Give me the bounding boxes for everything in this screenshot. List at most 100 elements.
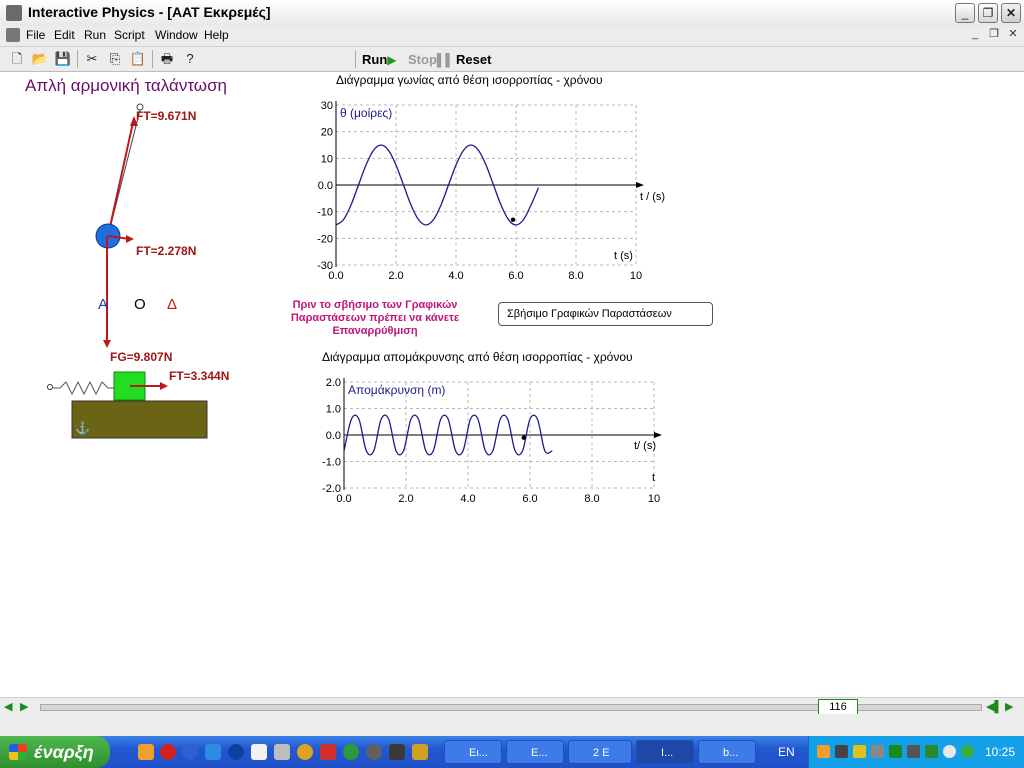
force-label-mid: FT=2.278N (136, 244, 197, 258)
x-tick-label: 4.0 (460, 493, 475, 505)
tray-icon[interactable] (817, 745, 830, 758)
mdi-close-button[interactable]: ✕ (1005, 27, 1021, 43)
windows-logo-icon (9, 744, 27, 760)
tray-icon[interactable] (961, 745, 974, 758)
tray-icon[interactable] (853, 745, 866, 758)
angle-chart-title: Διάγραμμα γωνίας από θέση ισορροπίας - χ… (336, 73, 603, 87)
tension-arrowhead-mid (126, 235, 134, 243)
internet-explorer-icon[interactable] (205, 744, 221, 760)
menu-window[interactable]: Window (155, 28, 198, 42)
doc-icon[interactable] (6, 28, 20, 42)
y-tick-label: 30 (321, 100, 333, 112)
tray-icon[interactable] (889, 745, 902, 758)
step-back-icon[interactable]: ◀▌ (986, 700, 1002, 713)
mdi-restore-button[interactable]: ❐ (986, 27, 1002, 43)
help-center-icon[interactable] (182, 744, 198, 760)
frame-counter[interactable]: 116 (818, 699, 858, 715)
run-label: Run (362, 52, 388, 67)
menu-run[interactable]: Run (84, 28, 106, 42)
menu-edit[interactable]: Edit (54, 28, 75, 42)
taskbar-task[interactable]: Ε... (506, 740, 564, 764)
force-label-block: FT=3.344N (169, 369, 230, 383)
fast-forward-icon[interactable]: ▶ (1005, 700, 1013, 713)
warning-line: Παραστάσεων πρέπει να κάνετε (290, 312, 460, 324)
menu-help[interactable]: Help (204, 28, 229, 42)
quicklaunch-icon[interactable] (138, 744, 154, 760)
table-ground (71, 400, 208, 439)
help-icon[interactable]: ? (181, 50, 199, 68)
stop-button[interactable]: Stop▌▌ (408, 51, 454, 69)
quicklaunch-icon[interactable] (412, 744, 428, 760)
cut-icon[interactable]: ✂ (83, 50, 101, 68)
mdi-minimize-button[interactable]: _ (967, 27, 983, 43)
media-player-icon[interactable] (228, 744, 244, 760)
gravity-arrowhead (103, 340, 111, 348)
anchor-icon: ⚓ (75, 421, 90, 435)
language-indicator[interactable]: EN (778, 745, 795, 759)
quicklaunch-icon[interactable] (160, 744, 176, 760)
angle-series-label: θ (μοίρες) (340, 106, 393, 120)
print-icon[interactable]: 🖶 (158, 50, 176, 68)
pendulum-diagram: ⚓ (47, 103, 208, 439)
taskbar-task[interactable]: b... (698, 740, 756, 764)
chrome-icon[interactable] (297, 744, 313, 760)
quicklaunch-icon[interactable] (320, 744, 336, 760)
tray-icon[interactable] (907, 745, 920, 758)
quicklaunch-icon[interactable] (366, 744, 382, 760)
x-tick-label: 2.0 (398, 493, 413, 505)
run-button[interactable]: Run▶ (362, 51, 397, 69)
tray-icon[interactable] (943, 745, 956, 758)
x-tick-label: 2.0 (388, 270, 403, 282)
y-tick-label: -30 (317, 260, 333, 272)
save-icon[interactable]: 💾 (54, 50, 72, 68)
y-tick-label: -10 (317, 207, 333, 219)
tray-icon[interactable] (835, 745, 848, 758)
app-icon[interactable] (6, 5, 22, 21)
warning-text: Πριν το σβήσιμο των Γραφικών Παραστάσεων… (270, 299, 480, 338)
y-tick-label: 1.0 (326, 404, 341, 416)
erase-graphs-button[interactable]: Σβήσιμο Γραφικών Παραστάσεων (498, 302, 713, 326)
maximize-button[interactable]: ❐ (978, 3, 998, 23)
step-forward-icon[interactable]: ▶ (20, 700, 28, 713)
menu-file[interactable]: File (26, 28, 45, 42)
quicklaunch-icon[interactable] (389, 744, 405, 760)
y-tick-label: -1.0 (322, 457, 341, 469)
pause-icon: ▌▌ (436, 53, 454, 67)
x-axis-arrowhead (654, 432, 662, 438)
taskbar: έναρξη Ει... Ε... 2 Ε Ι... b... EN 10:25 (0, 736, 1024, 768)
tension-arrow-top (107, 117, 135, 237)
new-file-icon[interactable]: 🗋 (8, 50, 26, 68)
copy-icon[interactable]: ⎘ (106, 50, 124, 68)
tray-icon[interactable] (925, 745, 938, 758)
menu-script[interactable]: Script (114, 28, 145, 42)
warning-line: Επαναρρύθμιση (332, 325, 418, 337)
system-tray: 10:25 (808, 736, 1024, 768)
angle-axis-label-bottom: t (s) (614, 250, 633, 262)
utorrent-icon[interactable] (343, 744, 359, 760)
frame-scrollbar[interactable]: ◀ ▶ 116 ◀▌ ▶ (0, 697, 1024, 715)
x-tick-label: 8.0 (568, 270, 583, 282)
y-tick-label: 0.0 (318, 180, 333, 192)
task-label: Ι... (661, 747, 674, 759)
taskbar-task[interactable]: Ει... (444, 740, 502, 764)
taskbar-task-active[interactable]: Ι... (636, 740, 694, 764)
toolbar-separator (77, 50, 78, 68)
rewind-icon[interactable]: ◀ (4, 700, 12, 713)
reset-button[interactable]: Reset (456, 51, 491, 69)
window-title: Interactive Physics - [ΑΑΤ Εκκρεμές] (28, 4, 271, 20)
tray-icon[interactable] (871, 745, 884, 758)
open-folder-icon[interactable]: 📂 (31, 50, 49, 68)
paste-icon[interactable]: 📋 (129, 50, 147, 68)
current-point-marker (521, 435, 526, 440)
displacement-axis-label-right: t/ (s) (634, 440, 656, 452)
toolbar-separator (152, 50, 153, 68)
toolbar: 🗋 📂 💾 ✂ ⎘ 📋 🖶 ? Run▶ Stop▌▌ Reset (0, 47, 1024, 72)
close-button[interactable]: ✕ (1001, 3, 1021, 23)
start-button[interactable]: έναρξη (0, 736, 110, 768)
quicklaunch-icon[interactable] (274, 744, 290, 760)
spring-anchor-icon (47, 384, 53, 390)
play-icon: ▶ (387, 53, 397, 67)
taskbar-task-group[interactable]: 2 Ε (568, 740, 632, 764)
minimize-button[interactable]: _ (955, 3, 975, 23)
quicklaunch-icon[interactable] (251, 744, 267, 760)
